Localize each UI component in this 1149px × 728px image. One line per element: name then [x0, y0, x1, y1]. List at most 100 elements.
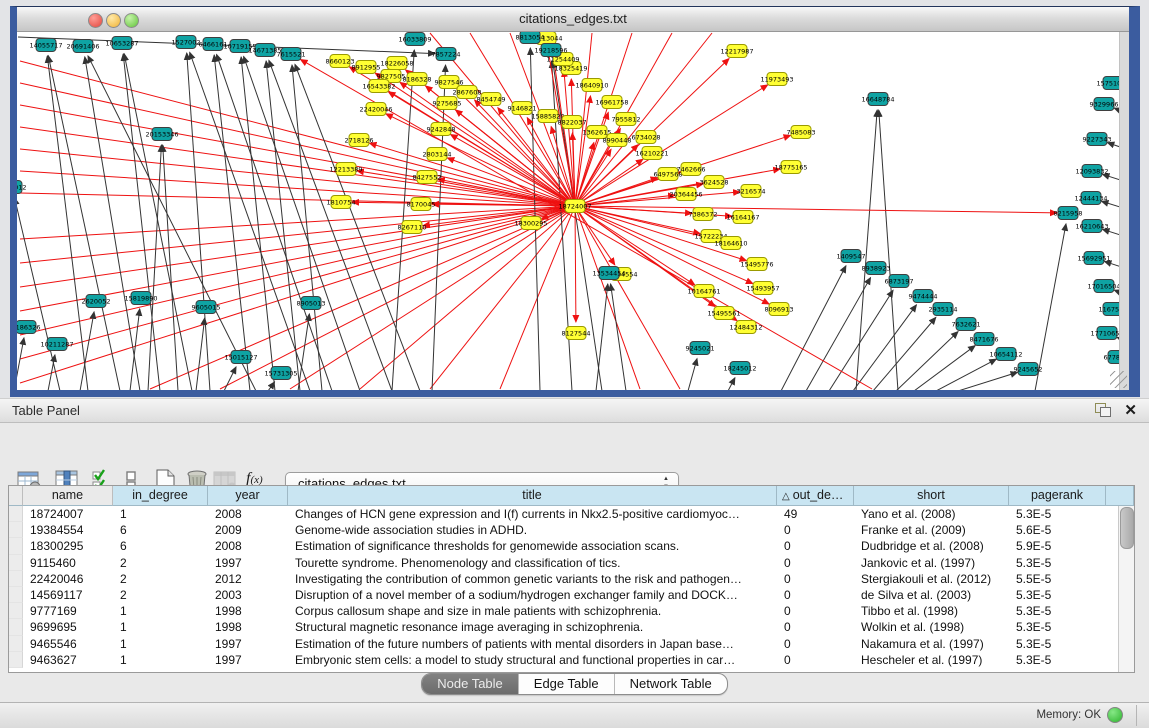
network-node[interactable]: 7485083	[787, 126, 816, 139]
network-edge[interactable]	[1102, 201, 1120, 216]
column-header-in_degree[interactable]: in_degree	[113, 486, 208, 506]
network-node[interactable]: 10164761	[687, 285, 720, 298]
table-cell[interactable]: 0	[777, 636, 854, 652]
network-edge[interactable]	[596, 284, 608, 390]
network-edge[interactable]	[575, 206, 737, 321]
table-cell[interactable]: Nakamura et al. (1997)	[854, 636, 1009, 652]
table-cell[interactable]: 5.3E-5	[1009, 603, 1106, 619]
table-cell[interactable]: 1998	[208, 619, 288, 635]
column-header-year[interactable]: year	[208, 486, 288, 506]
network-node[interactable]: 8186328	[403, 73, 432, 86]
table-cell[interactable]: 1	[113, 636, 208, 652]
network-node[interactable]: 8905013	[297, 297, 326, 310]
table-cell[interactable]: 9115460	[23, 555, 113, 571]
table-cell[interactable]: Embryonic stem cells: a model to study s…	[288, 652, 777, 668]
table-cell[interactable]: Estimation of the future numbers of pati…	[288, 636, 777, 652]
network-node[interactable]: 20364456	[669, 188, 702, 201]
table-cell[interactable]: 1998	[208, 603, 288, 619]
table-cell[interactable]: Hescheler et al. (1997)	[854, 652, 1009, 668]
network-node[interactable]: 14055717	[29, 39, 62, 52]
column-header-pagerank[interactable]: pagerank	[1009, 486, 1106, 506]
network-node[interactable]: 15731305	[264, 367, 297, 380]
network-node[interactable]: 12213389	[329, 163, 362, 176]
table-row[interactable]: 946362711997Embryonic stem cells: a mode…	[9, 652, 1119, 668]
network-node[interactable]: 22420046	[359, 103, 392, 116]
network-node[interactable]: 9245021	[686, 342, 715, 355]
table-cell[interactable]: 1997	[208, 636, 288, 652]
table-row[interactable]: 1456911722003Disruption of a novel membe…	[9, 587, 1119, 603]
table-cell[interactable]: Franke et al. (2009)	[854, 522, 1009, 538]
network-edge[interactable]	[20, 171, 575, 206]
memory-status-indicator[interactable]	[1107, 707, 1123, 723]
network-node[interactable]: 2935114	[929, 303, 958, 316]
table-cell[interactable]: 1997	[208, 652, 288, 668]
table-cell[interactable]: 14569117	[23, 587, 113, 603]
network-node[interactable]: 17710651	[1090, 327, 1120, 340]
network-edge[interactable]	[268, 382, 275, 390]
network-edge[interactable]	[214, 55, 250, 390]
scrollbar-thumb[interactable]	[1120, 507, 1134, 549]
network-edge[interactable]	[217, 54, 332, 390]
table-cell[interactable]: 1	[113, 652, 208, 668]
table-row[interactable]: 977716911998Corpus callosum shape and si…	[9, 603, 1119, 619]
network-edge[interactable]	[781, 266, 846, 390]
network-edge[interactable]	[575, 159, 643, 206]
network-node[interactable]: 8454749	[477, 93, 506, 106]
network-node[interactable]: 1810754	[327, 196, 356, 209]
network-node[interactable]: 18245012	[723, 362, 756, 375]
network-node[interactable]: 20153346	[145, 128, 178, 141]
network-edge[interactable]	[124, 54, 192, 390]
network-edge[interactable]	[357, 171, 575, 206]
network-edge[interactable]	[575, 206, 680, 389]
network-node[interactable]: 9474444	[909, 290, 938, 303]
table-cell[interactable]: Dudbridge et al. (2008)	[854, 538, 1009, 554]
network-edge[interactable]	[360, 206, 575, 389]
table-cell[interactable]: 5.3E-5	[1009, 652, 1106, 668]
table-cell[interactable]: 5.5E-5	[1009, 571, 1106, 587]
network-node[interactable]: 7630012	[17, 181, 26, 194]
network-edge[interactable]	[20, 149, 575, 206]
network-node[interactable]: 15493957	[746, 282, 779, 295]
table-cell[interactable]: Corpus callosum shape and size in male p…	[288, 603, 777, 619]
network-edge[interactable]	[241, 57, 275, 390]
network-edge[interactable]	[20, 61, 575, 206]
table-row[interactable]: 2242004622012Investigating the contribut…	[9, 571, 1119, 587]
table-cell[interactable]: Yano et al. (2008)	[854, 506, 1009, 522]
network-edge[interactable]	[575, 206, 1057, 213]
table-cell[interactable]: 2	[113, 571, 208, 587]
table-cell[interactable]: Disruption of a novel member of a sodium…	[288, 587, 777, 603]
network-node[interactable]: 2803144	[423, 148, 452, 161]
table-cell[interactable]: Tibbo et al. (1998)	[854, 603, 1009, 619]
table-cell[interactable]: 6	[113, 538, 208, 554]
table-row[interactable]: 1830029562008Estimation of significance …	[9, 538, 1119, 554]
network-edge[interactable]	[266, 61, 300, 390]
network-node[interactable]: 8822037	[558, 116, 587, 129]
table-row[interactable]: 911546021997Tourette syndrome. Phenomeno…	[9, 555, 1119, 571]
table-cell[interactable]: 9699695	[23, 619, 113, 635]
table-cell[interactable]: 5.3E-5	[1009, 506, 1106, 522]
network-edge[interactable]	[85, 57, 140, 390]
table-cell[interactable]: 19384554	[23, 522, 113, 538]
tab-network-table[interactable]: Network Table	[614, 674, 727, 694]
network-node[interactable]: 16961758	[595, 96, 628, 109]
float-panel-icon[interactable]	[1095, 403, 1111, 417]
table-cell[interactable]: 1	[113, 619, 208, 635]
network-node[interactable]: 8170045	[407, 198, 436, 211]
tab-edge-table[interactable]: Edge Table	[518, 674, 614, 694]
network-node[interactable]: 8471676	[970, 333, 999, 346]
network-node[interactable]: 3216574	[737, 185, 766, 198]
network-node[interactable]: 3624528	[700, 176, 729, 189]
network-node[interactable]: 15015127	[224, 351, 257, 364]
network-node[interactable]: 8096913	[765, 303, 794, 316]
table-cell[interactable]: 5.3E-5	[1009, 636, 1106, 652]
network-node[interactable]: 18300295	[514, 217, 547, 230]
close-panel-icon[interactable]: ✕	[1124, 401, 1137, 419]
network-node[interactable]: 10653287	[105, 37, 138, 50]
network-node[interactable]: 12217987	[720, 45, 753, 58]
network-edge[interactable]	[1102, 229, 1120, 244]
network-node[interactable]: 7857224	[432, 48, 461, 61]
network-node[interactable]: 16543382	[362, 80, 395, 93]
network-edge[interactable]	[879, 110, 898, 390]
network-node[interactable]: 10654112	[989, 348, 1022, 361]
table-cell[interactable]: 22420046	[23, 571, 113, 587]
